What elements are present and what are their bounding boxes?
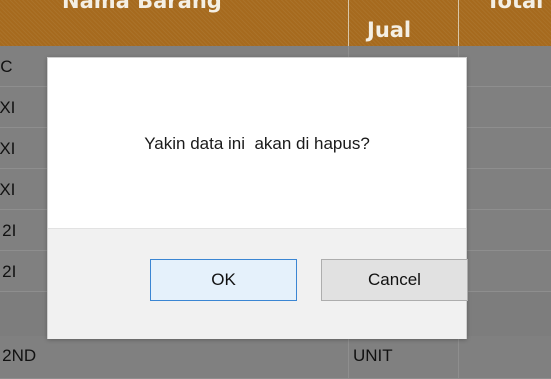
dialog-message: Yakin data ini akan di hapus? — [144, 134, 370, 153]
dialog-body: Yakin data ini akan di hapus? — [48, 58, 466, 228]
table-header: Nama Barang Jual Total — [0, 0, 551, 47]
cell-unit: UNIT — [349, 336, 459, 379]
table-row[interactable]: 3 2ND UNIT — [0, 336, 551, 379]
confirm-dialog: Yakin data ini akan di hapus? OK Cancel — [47, 57, 468, 339]
cancel-button[interactable]: Cancel — [321, 259, 468, 301]
cell-nama-barang: 3 2ND — [0, 336, 349, 379]
dialog-footer: OK Cancel — [48, 228, 468, 339]
column-header-nama-barang: Nama Barang — [0, 0, 349, 46]
column-header-total: Total — [486, 0, 544, 13]
column-header-jual: Jual — [349, 0, 459, 46]
ok-button[interactable]: OK — [150, 259, 297, 301]
